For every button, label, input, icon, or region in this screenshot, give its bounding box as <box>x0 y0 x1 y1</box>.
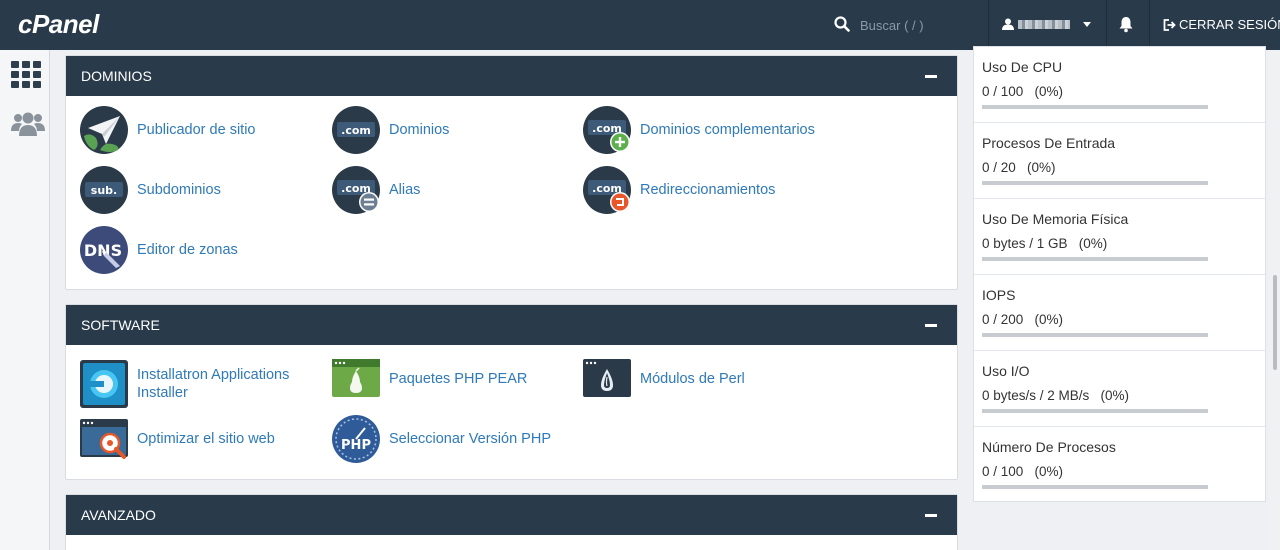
installatron-icon <box>80 360 128 408</box>
software-panel-header[interactable]: SOFTWARE <box>66 305 957 345</box>
progress-bar <box>982 333 1208 337</box>
collapse-icon[interactable] <box>925 514 937 517</box>
item-label: Dominios complementarios <box>640 122 815 138</box>
item-label: Publicador de sitio <box>137 122 256 138</box>
item-label: Dominios <box>389 122 450 138</box>
progress-bar <box>982 485 1208 489</box>
username-redacted <box>1018 20 1070 29</box>
pear-icon <box>332 359 380 397</box>
progress-bar <box>982 257 1208 261</box>
domains-panel-header[interactable]: DOMINIOS <box>66 56 957 96</box>
domains-panel: DOMINIOS Publicador de sitio .com Domini… <box>65 55 958 290</box>
svg-text:.com: .com <box>341 124 371 137</box>
item-label: Redireccionamientos <box>640 182 776 198</box>
stat-value: 0 / 100 (0%) <box>982 84 1064 99</box>
subdomain-icon: sub. <box>80 166 128 214</box>
stat-iops: IOPS 0 / 200 (0%) <box>974 275 1265 351</box>
dns-icon: DNS <box>80 226 128 274</box>
divider <box>988 0 989 50</box>
progress-bar <box>982 409 1208 413</box>
dot-com-redirect-icon: .com <box>583 166 631 214</box>
item-label: Installatron Applications Installer <box>137 367 290 401</box>
panel-title: AVANZADO <box>81 507 156 523</box>
collapse-icon[interactable] <box>925 75 937 78</box>
advanced-panel: AVANZADO <box>65 494 958 550</box>
optimize-website-link[interactable]: Optimizar el sitio web <box>80 414 275 464</box>
paper-plane-globe-icon <box>80 106 128 154</box>
dot-com-icon: .com <box>332 106 380 154</box>
dot-com-equals-icon: .com <box>332 166 380 214</box>
item-label: Módulos de Perl <box>640 371 745 387</box>
divider <box>1149 0 1150 50</box>
redirects-link[interactable]: .com Redireccionamientos <box>583 165 775 215</box>
php-gauge-icon: PHP <box>332 415 380 463</box>
stat-value: 0 bytes/s / 2 MB/s (0%) <box>982 388 1130 403</box>
stat-process-count: Número De Procesos 0 / 100 (0%) <box>974 427 1265 503</box>
logout-label: CERRAR SESIÓN <box>1179 17 1280 32</box>
panel-title: DOMINIOS <box>81 68 152 84</box>
statistics-panel: Uso De CPU 0 / 100 (0%) Procesos De Entr… <box>973 46 1266 502</box>
cpanel-logo[interactable]: cPanel <box>18 9 99 40</box>
item-label: Seleccionar Versión PHP <box>389 431 551 447</box>
stat-value: 0 bytes / 1 GB (0%) <box>982 236 1108 251</box>
bell-icon[interactable] <box>1118 16 1134 33</box>
user-icon <box>1002 18 1014 30</box>
item-label: Paquetes PHP PEAR <box>389 371 528 387</box>
subdomains-link[interactable]: sub. Subdominios <box>80 165 221 215</box>
stat-name: Procesos De Entrada <box>982 135 1116 151</box>
progress-bar <box>982 181 1208 185</box>
software-panel: SOFTWARE Installatron Applications Insta… <box>65 304 958 480</box>
aliases-link[interactable]: .com Alias <box>332 165 420 215</box>
domains-link[interactable]: .com Dominios <box>332 105 449 155</box>
users-icon[interactable] <box>11 111 45 137</box>
item-label: Alias <box>389 182 421 198</box>
stat-name: Uso De CPU <box>982 59 1063 75</box>
stat-value: 0 / 100 (0%) <box>982 464 1064 479</box>
php-pear-link[interactable]: Paquetes PHP PEAR <box>332 354 527 404</box>
advanced-panel-header[interactable]: AVANZADO <box>66 495 957 535</box>
top-navbar: cPanel CERRAR SESIÓN <box>0 0 1280 50</box>
svg-text:DNS: DNS <box>84 241 122 260</box>
installatron-link[interactable]: Installatron Applications Installer <box>80 359 307 409</box>
logout-icon <box>1163 19 1176 31</box>
grid-icon[interactable] <box>11 61 41 88</box>
page-scrollbar[interactable] <box>1270 50 1280 550</box>
select-php-version-link[interactable]: PHP Seleccionar Versión PHP <box>332 414 551 464</box>
item-label: Editor de zonas <box>137 242 238 258</box>
perl-onion-icon <box>583 359 631 397</box>
stat-physical-memory: Uso De Memoria Física 0 bytes / 1 GB (0%… <box>974 199 1265 275</box>
stat-cpu-usage: Uso De CPU 0 / 100 (0%) <box>974 47 1265 123</box>
search-icon <box>834 16 850 32</box>
stat-value: 0 / 200 (0%) <box>982 312 1064 327</box>
stat-name: Número De Procesos <box>982 439 1116 455</box>
item-label: Subdominios <box>137 182 221 198</box>
user-menu[interactable] <box>1002 16 1092 36</box>
item-label: Optimizar el sitio web <box>137 431 275 447</box>
panel-title: SOFTWARE <box>81 317 160 333</box>
logout-button[interactable]: CERRAR SESIÓN <box>1163 17 1280 32</box>
stat-name: Uso I/O <box>982 363 1030 379</box>
zone-editor-link[interactable]: DNS Editor de zonas <box>80 225 238 275</box>
site-publisher-link[interactable]: Publicador de sitio <box>80 105 256 155</box>
stat-name: IOPS <box>982 287 1016 303</box>
optimize-magnifier-icon <box>80 419 128 459</box>
collapse-icon[interactable] <box>925 324 937 327</box>
stat-io-usage: Uso I/O 0 bytes/s / 2 MB/s (0%) <box>974 351 1265 427</box>
scrollbar-thumb[interactable] <box>1273 275 1277 370</box>
divider <box>1106 0 1107 50</box>
dot-com-plus-icon: .com <box>583 106 631 154</box>
stat-entry-processes: Procesos De Entrada 0 / 20 (0%) <box>974 123 1265 199</box>
svg-text:PHP: PHP <box>341 438 371 453</box>
stat-value: 0 / 20 (0%) <box>982 160 1056 175</box>
svg-text:sub.: sub. <box>91 184 117 197</box>
search-box[interactable] <box>834 15 984 35</box>
addon-domains-link[interactable]: .com Dominios complementarios <box>583 105 815 155</box>
stat-name: Uso De Memoria Física <box>982 211 1129 227</box>
perl-modules-link[interactable]: Módulos de Perl <box>583 354 745 404</box>
search-input[interactable] <box>860 15 980 35</box>
progress-bar <box>982 105 1208 109</box>
left-sidebar <box>0 50 50 550</box>
chevron-down-icon <box>1083 22 1091 27</box>
